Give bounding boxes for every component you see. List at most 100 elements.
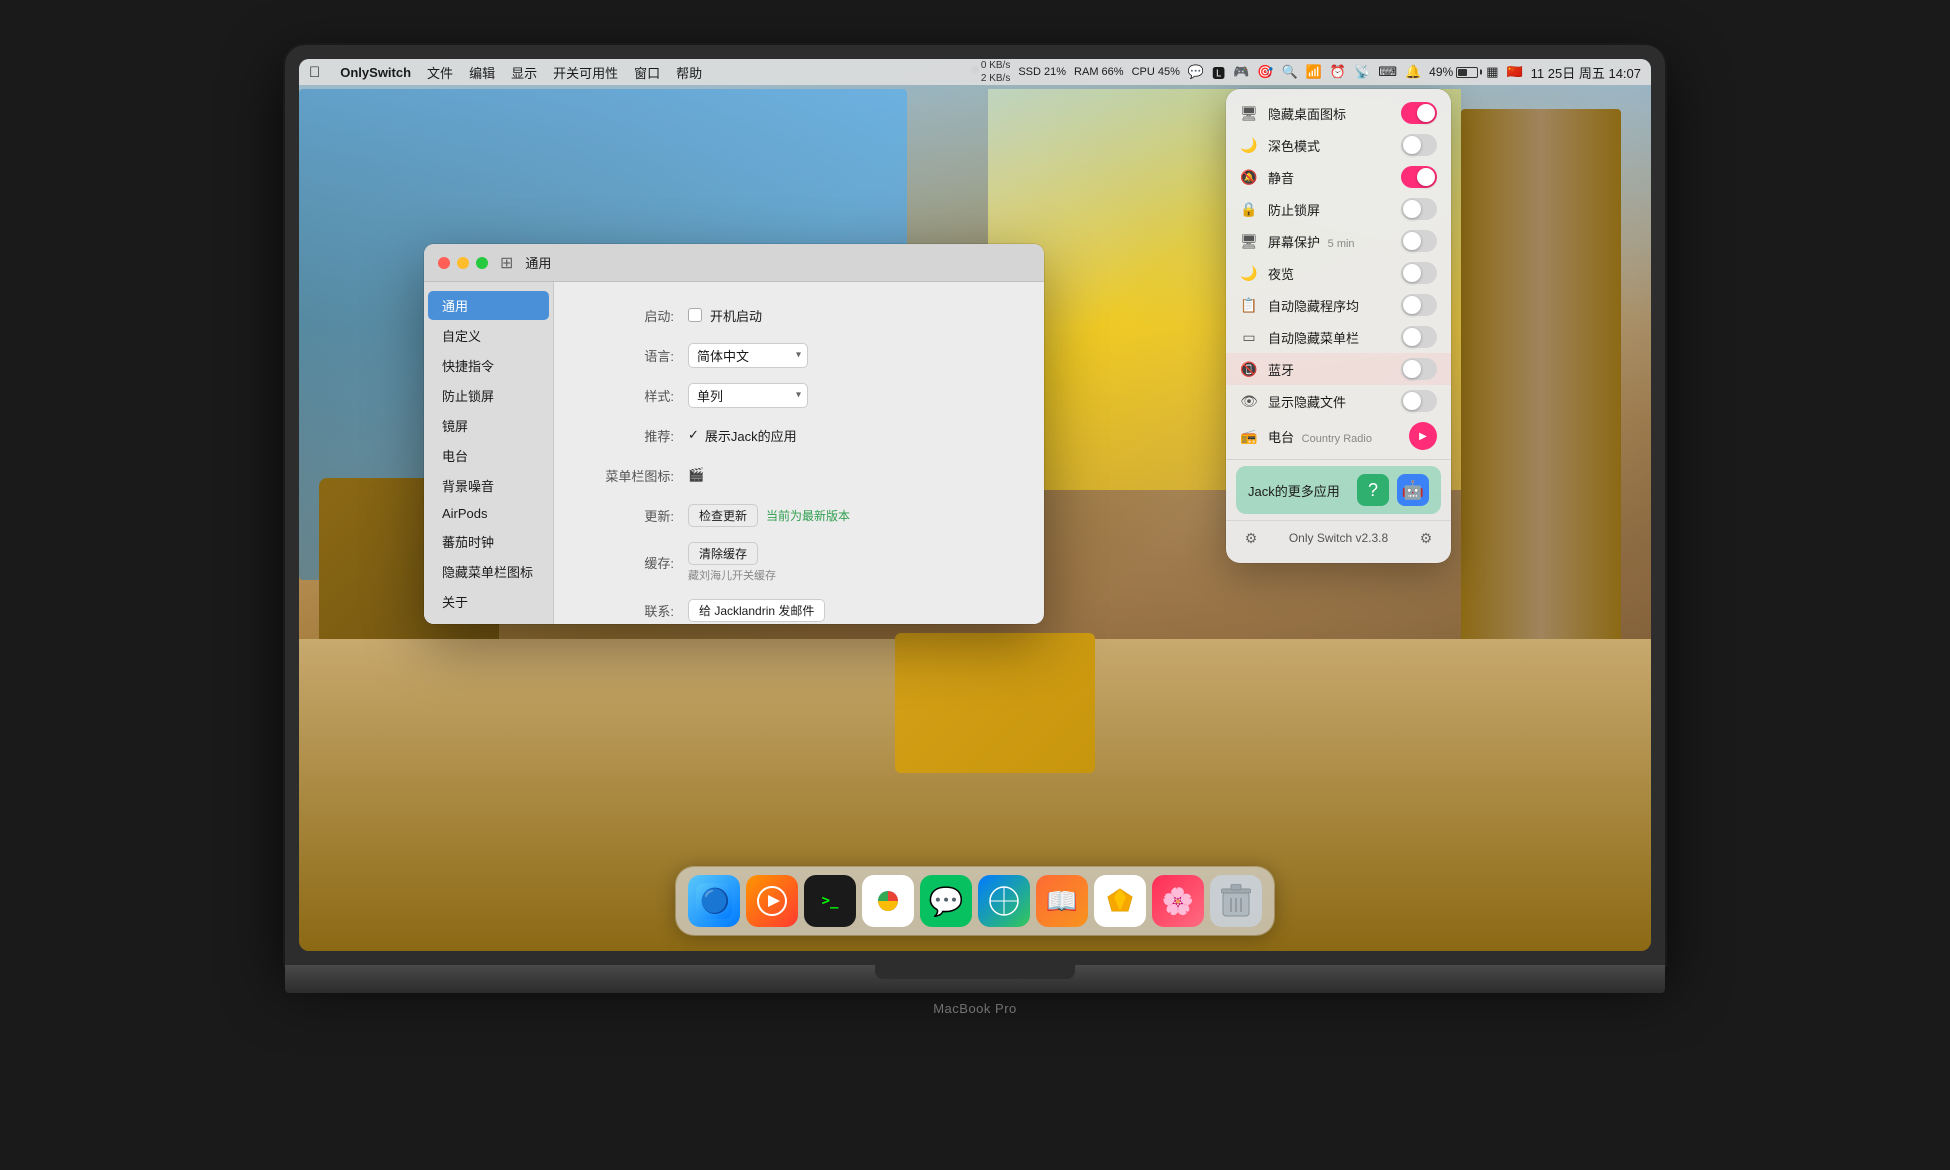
screen:  OnlySwitch 文件 编辑 显示 开关可用性 窗口 帮助 0 KB/s… [299, 59, 1651, 951]
svg-text:🔵: 🔵 [700, 887, 730, 915]
switch-row-hide-dock[interactable]: 📋 自动隐藏程序均 [1226, 289, 1451, 321]
more-apps-question-button[interactable]: ? [1357, 474, 1389, 506]
hide-desktop-toggle[interactable] [1401, 102, 1437, 124]
bluetooth-toggle[interactable] [1401, 358, 1437, 380]
cache-row: 缓存: 清除缓存 藏刘海儿开关缓存 [584, 542, 1014, 583]
dock-icon-terminal[interactable]: >_ [804, 875, 856, 927]
hide-desktop-label: 隐藏桌面图标 [1268, 104, 1391, 123]
dock-icon-wechat[interactable]: 💬 [920, 875, 972, 927]
sidebar-item-shortcuts[interactable]: 快捷指令 [428, 351, 549, 380]
menu-edit[interactable]: 编辑 [469, 63, 495, 82]
switch-row-hide-desktop[interactable]: 🖥 隐藏桌面图标 [1226, 97, 1451, 129]
recommend-text: 展示Jack的应用 [705, 426, 797, 445]
hidden-files-toggle[interactable] [1401, 390, 1437, 412]
hide-dock-label: 自动隐藏程序均 [1268, 296, 1391, 315]
dock-icon-sketch[interactable] [1094, 875, 1146, 927]
apple-logo-icon[interactable]:  [309, 64, 320, 81]
switch-row-radio[interactable]: 📻 电台 Country Radio ▶ [1226, 417, 1451, 455]
maximize-button[interactable] [476, 257, 488, 269]
dock-icon-chrome[interactable] [862, 875, 914, 927]
switch-row-dark-mode[interactable]: 🌙 深色模式 [1226, 129, 1451, 161]
recommend-label: 推荐: [584, 426, 674, 445]
hide-dock-icon: 📋 [1240, 296, 1258, 314]
clear-cache-button[interactable]: 清除缓存 [688, 542, 758, 565]
flag-icon[interactable]: 🇨🇳 [1506, 64, 1522, 80]
input-source-icon[interactable]: ⌨ [1378, 64, 1397, 80]
net-down: 2 KB/s [981, 72, 1010, 85]
switch-row-mute[interactable]: 🔕 静音 [1226, 161, 1451, 193]
dock-icon-qqreader[interactable]: 📖 [1036, 875, 1088, 927]
switch-row-screensaver[interactable]: 🖥 屏幕保护 5 min [1226, 225, 1451, 257]
onlyswitch-popup: 🖥 隐藏桌面图标 🌙 深色模式 🔕 静音 [1226, 89, 1451, 563]
contact-button[interactable]: 给 Jacklandrin 发邮件 [688, 599, 825, 622]
sidebar-item-prevent-lock[interactable]: 防止锁屏 [428, 381, 549, 410]
dock-icon-finder[interactable]: 🔵 [688, 875, 740, 927]
dark-mode-toggle[interactable] [1401, 134, 1437, 156]
dock-icon-trash[interactable] [1210, 875, 1262, 927]
wechat-icon[interactable]: 💬 [1188, 64, 1204, 80]
menu-accessibility[interactable]: 开关可用性 [553, 63, 618, 82]
nightshift-toggle[interactable] [1401, 262, 1437, 284]
time-machine-icon[interactable]: ⏰ [1330, 64, 1346, 80]
onlyswitch-icon[interactable]: ▦ [1486, 64, 1498, 80]
switch-row-nightshift[interactable]: 🌙 夜览 [1226, 257, 1451, 289]
hide-menubar-toggle[interactable] [1401, 326, 1437, 348]
switch-row-hide-menubar[interactable]: ▭ 自动隐藏菜单栏 [1226, 321, 1451, 353]
footer-version: Only Switch v2.3.8 [1289, 531, 1388, 545]
mute-label: 静音 [1268, 168, 1391, 187]
sidebar-item-about[interactable]: 关于 [428, 587, 549, 616]
battery-shape [1456, 67, 1478, 78]
sidebar-item-tomato[interactable]: 蕃茄时钟 [428, 527, 549, 556]
sidebar-item-bg-sound[interactable]: 背景噪音 [428, 471, 549, 500]
dock-icon-rosefinch[interactable]: 🌸 [1152, 875, 1204, 927]
sidebar-item-radio[interactable]: 电台 [428, 441, 549, 470]
radio-play-button[interactable]: ▶ [1409, 422, 1437, 450]
menu-file[interactable]: 文件 [427, 63, 453, 82]
footer-right-icon[interactable]: ⚙ [1415, 527, 1437, 549]
menu-window[interactable]: 窗口 [634, 63, 660, 82]
switch-row-prevent-lock[interactable]: 🔒 防止锁屏 [1226, 193, 1451, 225]
wallpaper-bookshelf [1461, 109, 1621, 709]
menubar:  OnlySwitch 文件 编辑 显示 开关可用性 窗口 帮助 0 KB/s… [299, 59, 1651, 85]
sidebar-item-hide-menu[interactable]: 隐藏菜单栏图标 [428, 557, 549, 586]
switch-row-hidden-files[interactable]: 👁 显示隐藏文件 [1226, 385, 1451, 417]
search-icon[interactable]: 🔍 [1281, 64, 1297, 80]
sidebar-item-general[interactable]: 通用 [428, 291, 549, 320]
gamecontroller-icon[interactable]: 🎯 [1257, 64, 1273, 80]
menu-view[interactable]: 显示 [511, 63, 537, 82]
style-label: 样式: [584, 386, 674, 405]
screensaver-label: 屏幕保护 5 min [1268, 232, 1391, 251]
battery-indicator[interactable]: 49% [1429, 65, 1478, 79]
language-dropdown[interactable]: 简体中文 [688, 343, 808, 368]
switch-row-bluetooth[interactable]: 📵 蓝牙 [1226, 353, 1451, 385]
qqgame-icon[interactable]: 🎮 [1233, 64, 1249, 80]
screensaver-toggle[interactable] [1401, 230, 1437, 252]
minimize-button[interactable] [457, 257, 469, 269]
dock-icon-safari[interactable] [978, 875, 1030, 927]
app-name-menu[interactable]: OnlySwitch [340, 65, 411, 80]
sidebar-item-mirror[interactable]: 镜屏 [428, 411, 549, 440]
close-button[interactable] [438, 257, 450, 269]
cast-icon[interactable]: 📡 [1354, 64, 1370, 80]
macbook-base [285, 965, 1665, 993]
startup-checkbox[interactable] [688, 308, 702, 322]
check-update-button[interactable]: 检查更新 [688, 504, 758, 527]
hidden-files-label: 显示隐藏文件 [1268, 392, 1391, 411]
dock-icon-launchpad[interactable] [746, 875, 798, 927]
wifi-icon[interactable]: 📶 [1306, 64, 1322, 80]
prevent-lock-toggle[interactable] [1401, 198, 1437, 220]
menu-help[interactable]: 帮助 [676, 63, 702, 82]
hide-dock-toggle[interactable] [1401, 294, 1437, 316]
prefs-body: 通用 自定义 快捷指令 防止锁屏 镜屏 电台 背景噪音 AirPods 蕃茄时钟… [424, 282, 1044, 624]
notification-icon[interactable]: 🔔 [1405, 64, 1421, 80]
sidebar-item-custom[interactable]: 自定义 [428, 321, 549, 350]
footer-left-icon[interactable]: ⚙ [1240, 527, 1262, 549]
style-dropdown[interactable]: 单列 [688, 383, 808, 408]
ludashi-icon[interactable]: 🅻 [1212, 63, 1225, 82]
sidebar-item-airpods[interactable]: AirPods [428, 501, 549, 526]
more-apps-robot-button[interactable]: 🤖 [1397, 474, 1429, 506]
recommend-checkbox-label[interactable]: ✓ 展示Jack的应用 [688, 426, 797, 445]
contact-row: 联系: 给 Jacklandrin 发邮件 [584, 597, 1014, 623]
mute-toggle[interactable] [1401, 166, 1437, 188]
update-status-text: 当前为最新版本 [766, 507, 850, 524]
